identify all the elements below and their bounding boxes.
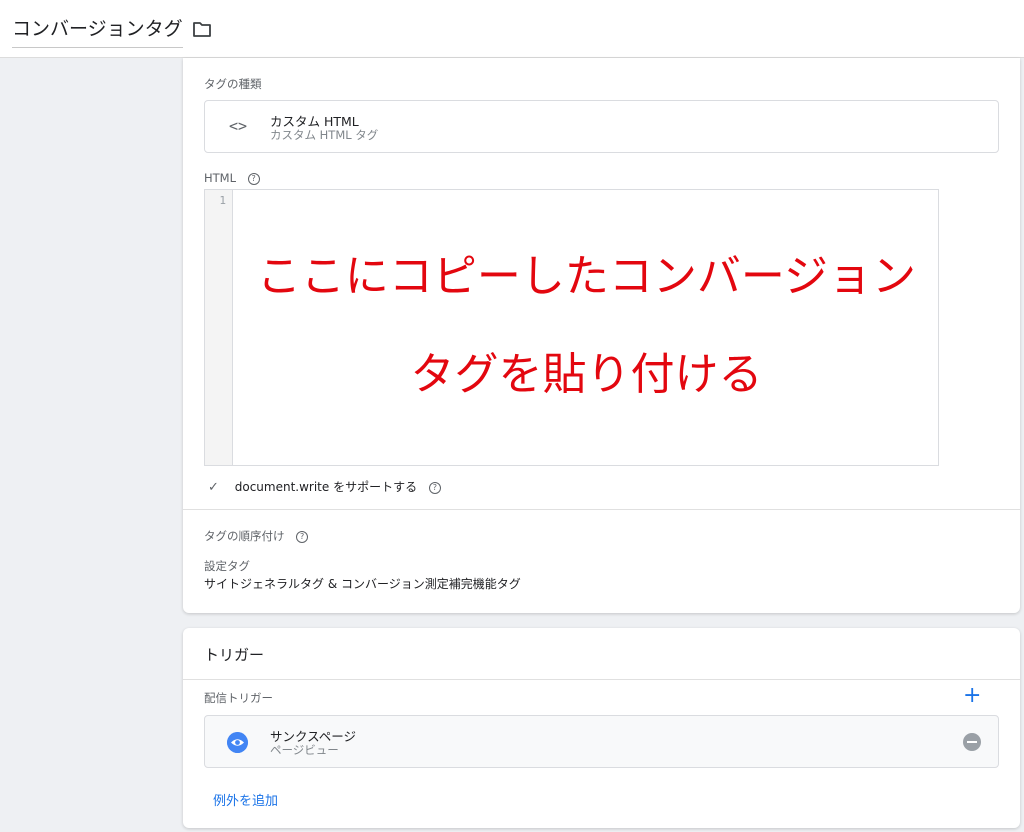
code-icon: <>: [229, 117, 248, 135]
document-write-label: document.write をサポートする: [234, 480, 418, 494]
tag-sequencing-row[interactable]: タグの順序付け ?: [204, 528, 309, 544]
help-icon[interactable]: ?: [296, 530, 309, 543]
tag-type-selector[interactable]: <> カスタム HTML カスタム HTML タグ: [204, 100, 999, 153]
annotation-line-2: タグを貼り付ける: [410, 349, 763, 400]
annotation-line-1: ここにコピーしたコンバージョン: [256, 251, 917, 302]
line-number: 1: [219, 194, 226, 207]
setup-tag-value: サイトジェネラルタグ & コンバージョン測定補完機能タグ: [204, 577, 521, 591]
section-divider: [183, 509, 1020, 510]
tag-sequencing-label: タグの順序付け: [204, 529, 285, 543]
triggering-card: トリガー 配信トリガー + サンクスページ ページビュー 例外を追加: [183, 628, 1020, 828]
line-gutter: 1: [205, 190, 233, 465]
check-icon: ✓: [208, 480, 219, 495]
html-label: HTML: [204, 171, 237, 185]
triggering-title: トリガー: [204, 646, 265, 664]
triggering-divider: [183, 679, 1020, 680]
folder-icon[interactable]: [192, 20, 212, 38]
add-exception-link[interactable]: 例外を追加: [213, 790, 278, 809]
firing-triggers-label: 配信トリガー: [204, 691, 273, 705]
top-bar: コンバージョンタグ: [0, 0, 1024, 58]
setup-tag-label: 設定タグ: [204, 559, 250, 573]
help-icon[interactable]: ?: [428, 481, 441, 494]
trigger-type: ページビュー: [270, 743, 339, 757]
tag-type-label: タグの種類: [204, 77, 262, 91]
remove-circle-icon[interactable]: [963, 733, 981, 751]
help-icon[interactable]: ?: [247, 172, 260, 185]
tag-name-field[interactable]: コンバージョンタグ: [12, 14, 183, 48]
document-write-option[interactable]: ✓ document.write をサポートする ?: [208, 478, 441, 495]
html-label-row: HTML ?: [204, 171, 260, 185]
html-code-editor[interactable]: 1 ここにコピーしたコンバージョン タグを貼り付ける: [204, 189, 939, 466]
eye-icon: [227, 732, 248, 753]
tag-type-subtitle: カスタム HTML タグ: [270, 128, 379, 142]
add-trigger-icon[interactable]: +: [963, 685, 981, 707]
tag-configuration-card: タグの種類 <> カスタム HTML カスタム HTML タグ HTML ? 1…: [183, 58, 1020, 613]
trigger-item[interactable]: サンクスページ ページビュー: [204, 715, 999, 768]
